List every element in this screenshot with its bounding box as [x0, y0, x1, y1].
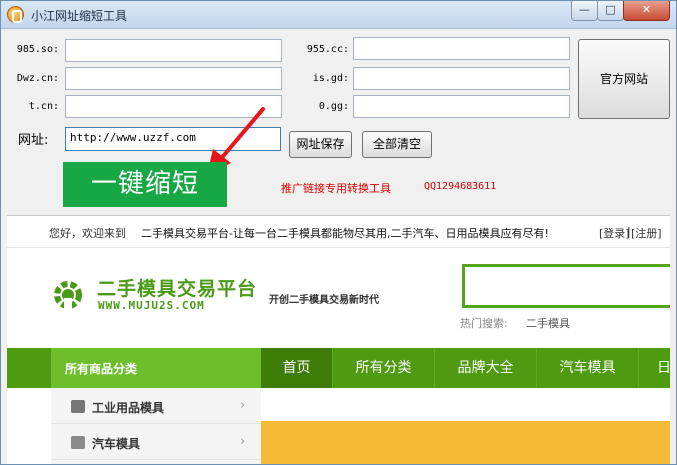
site-tagline: 开创二手模具交易新时代 — [269, 295, 379, 306]
label-985-so: 985.so: — [16, 44, 59, 55]
welcome-bar: 您好，欢迎来到 二手模具交易平台-让每一台二手模具都能物尽其用,二手汽车、日用品… — [7, 216, 670, 248]
nav-home[interactable]: 首页 — [261, 348, 333, 388]
embedded-webpage[interactable]: 您好，欢迎来到 二手模具交易平台-让每一台二手模具都能物尽其用,二手汽车、日用品… — [7, 215, 670, 464]
close-button[interactable]: ✕ — [623, 1, 670, 21]
site-logo-url: WWW.MUJU2S.COM — [98, 299, 205, 312]
label-0-gg: 0.gg: — [318, 101, 349, 112]
label-is-gd: is.gd: — [312, 73, 349, 84]
site-logo-text[interactable]: 二手模具交易平台 — [97, 274, 257, 301]
category-list: 工业用品模具 › 汽车模具 › — [51, 388, 261, 464]
hot-search-label: 热门搜索: — [460, 317, 508, 330]
qq-contact: QQ1294683611 — [424, 181, 497, 192]
nav-all-categories[interactable]: 所有分类 — [333, 348, 435, 388]
chevron-right-icon: › — [240, 434, 246, 449]
nav-daily-molds[interactable]: 日 — [639, 348, 670, 388]
promo-banner[interactable] — [261, 421, 670, 464]
welcome-text: 您好，欢迎来到 — [49, 227, 126, 240]
official-site-button[interactable]: 官方网站 — [578, 39, 670, 119]
save-url-button[interactable]: 网址保存 — [289, 131, 352, 158]
app-window: 小江网址缩短工具 — □ ✕ 985.so: Dwz.cn: t.cn: 955… — [0, 0, 677, 465]
input-is-gd[interactable] — [353, 67, 570, 90]
tools-icon — [71, 400, 85, 413]
all-categories-toggle[interactable]: 所有商品分类 — [51, 348, 290, 388]
label-955-cc: 955.cc: — [306, 44, 349, 55]
site-search-input[interactable] — [462, 264, 670, 308]
maximize-button[interactable]: □ — [597, 1, 624, 21]
register-link[interactable]: [注册] — [631, 225, 662, 241]
category-label: 汽车模具 — [92, 437, 141, 451]
promo-text: 推广链接专用转换工具 — [281, 182, 391, 195]
category-item-auto[interactable]: 汽车模具 › — [51, 424, 261, 460]
nav-auto-molds[interactable]: 汽车模具 — [537, 348, 639, 388]
minimize-button[interactable]: — — [571, 1, 598, 21]
url-label: 网址: — [18, 133, 49, 148]
clear-all-button[interactable]: 全部清空 — [362, 131, 432, 158]
input-0-gg[interactable] — [353, 95, 570, 118]
input-955-cc[interactable] — [353, 37, 570, 60]
nav-brands[interactable]: 品牌大全 — [435, 348, 537, 388]
category-item-industrial[interactable]: 工业用品模具 › — [51, 388, 261, 424]
window-title: 小江网址缩短工具 — [31, 9, 128, 23]
label-dwz-cn: Dwz.cn: — [16, 73, 59, 84]
car-icon — [71, 436, 85, 449]
hot-search-item[interactable]: 二手模具 — [526, 315, 570, 331]
input-dwz-cn[interactable] — [65, 67, 282, 90]
site-navbar: 所有商品分类 首页 所有分类 品牌大全 汽车模具 日 — [7, 348, 670, 388]
one-click-shorten-button[interactable]: 一键缩短 — [63, 162, 227, 207]
app-logo-icon — [7, 6, 24, 23]
chevron-right-icon: › — [240, 398, 246, 413]
label-t-cn: t.cn: — [28, 101, 59, 112]
all-categories-label: 所有商品分类 — [65, 362, 138, 376]
site-slogan-link[interactable]: 二手模具交易平台-让每一台二手模具都能物尽其用,二手汽车、日用品模具应有尽有! — [141, 225, 549, 241]
login-link[interactable]: [登录] — [599, 225, 630, 241]
input-985-so[interactable] — [65, 39, 282, 62]
gear-logo-icon — [54, 281, 82, 312]
category-label: 工业用品模具 — [92, 401, 165, 415]
title-bar[interactable]: 小江网址缩短工具 — □ ✕ — [1, 1, 676, 29]
